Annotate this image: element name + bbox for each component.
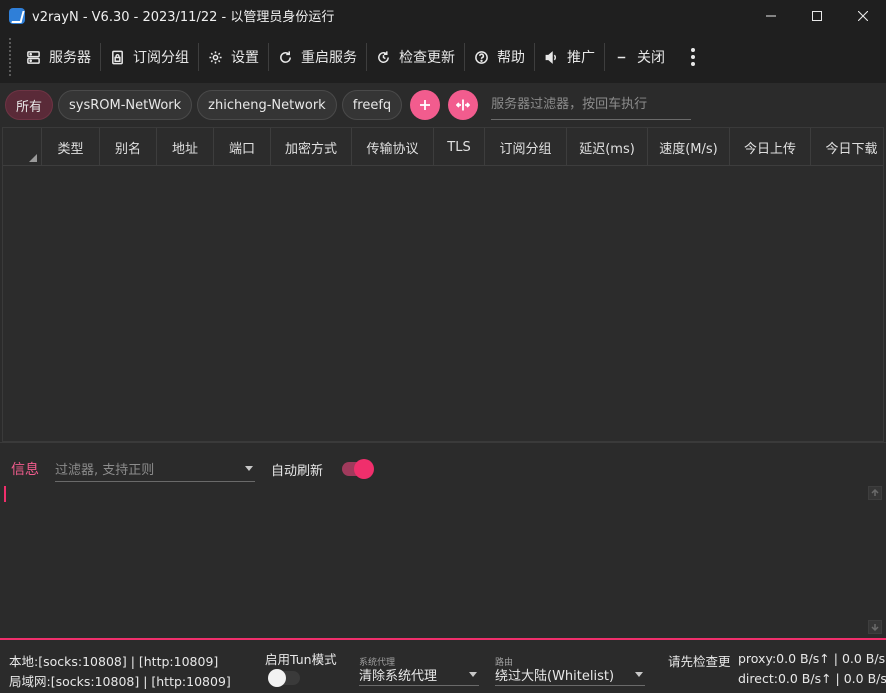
- log-filter-combobox[interactable]: 过滤器, 支持正则: [55, 456, 255, 482]
- column-header-transport[interactable]: 传输协议: [352, 128, 434, 166]
- column-header-today-upload[interactable]: 今日上传: [730, 128, 811, 166]
- restart-icon: [280, 50, 291, 63]
- log-output-area[interactable]: [0, 484, 886, 638]
- chevron-down-icon: [469, 672, 477, 677]
- main-toolbar: 服务器 订阅分组 设置 重启服务 检查更新 帮助 推广 关闭: [0, 31, 886, 83]
- grid-header: 类型 别名 地址 端口 加密方式 传输协议 TLS 订阅分组 延迟(ms) 速度…: [3, 128, 883, 166]
- local-ports-text: 本地:[socks:10808] | [http:10809]: [9, 654, 219, 669]
- add-group-button[interactable]: [410, 90, 441, 120]
- tun-mode-label: 启用Tun模式: [265, 652, 337, 667]
- promotion-button[interactable]: 推广: [535, 39, 604, 75]
- close-app-button[interactable]: 关闭: [605, 39, 674, 75]
- system-proxy-value: 清除系统代理: [359, 669, 438, 684]
- title-bar: v2rayN - V6.30 - 2023/11/22 - 以管理员身份运行: [0, 0, 886, 31]
- servers-button[interactable]: 服务器: [17, 39, 100, 75]
- help-button[interactable]: 帮助: [465, 39, 534, 75]
- log-filter-placeholder: 过滤器, 支持正则: [55, 463, 155, 478]
- minus-icon: [617, 56, 626, 58]
- server-filter-input[interactable]: [491, 90, 692, 120]
- maximize-icon: [812, 10, 822, 21]
- column-header-today-download[interactable]: 今日下载: [811, 128, 883, 166]
- server-list-grid[interactable]: 类型 别名 地址 端口 加密方式 传输协议 TLS 订阅分组 延迟(ms) 速度…: [2, 127, 884, 442]
- update-hint-text: 请先检查更: [668, 654, 731, 669]
- settings-button[interactable]: 设置: [199, 39, 268, 75]
- move-group-button[interactable]: [448, 90, 479, 120]
- window-title: v2rayN - V6.30 - 2023/11/22 - 以管理员身份运行: [32, 10, 335, 25]
- more-dot-icon: [691, 48, 695, 52]
- status-bar: 本地:[socks:10808] | [http:10809] 局域网:[soc…: [0, 638, 886, 693]
- column-header-subscription[interactable]: 订阅分组: [485, 128, 567, 166]
- proxy-speed-text: proxy:0.0 B/s↑ | 0.0 B/s↓: [738, 651, 886, 666]
- window-controls: [748, 0, 886, 31]
- routing-value: 绕过大陆(Whitelist): [495, 669, 615, 684]
- group-chip-freefq[interactable]: freefq: [341, 90, 403, 120]
- close-icon: [858, 10, 868, 21]
- routing-select[interactable]: 绕过大陆(Whitelist): [495, 664, 645, 686]
- group-chip-zhicheng[interactable]: zhicheng-Network: [197, 90, 337, 120]
- chevron-down-icon: [635, 672, 643, 677]
- column-header-type[interactable]: 类型: [42, 128, 100, 166]
- plus-icon: [420, 100, 431, 110]
- maximize-button[interactable]: [794, 0, 840, 31]
- check-update-label: 检查更新: [399, 50, 455, 66]
- group-chip-all[interactable]: 所有: [5, 90, 54, 120]
- help-label: 帮助: [497, 50, 525, 66]
- restart-service-label: 重启服务: [301, 50, 357, 66]
- more-options-button[interactable]: [678, 48, 708, 66]
- log-toolbar: 信息 过滤器, 支持正则 自动刷新: [0, 454, 886, 484]
- help-icon: [475, 50, 488, 64]
- minimize-icon: [766, 15, 776, 16]
- settings-label: 设置: [231, 50, 259, 66]
- close-app-label: 关闭: [637, 50, 665, 66]
- log-scroll-down-button[interactable]: [868, 620, 882, 634]
- more-dot-icon: [691, 62, 695, 66]
- auto-refresh-label: 自动刷新: [271, 463, 324, 479]
- column-header-encryption[interactable]: 加密方式: [271, 128, 352, 166]
- servers-label: 服务器: [49, 50, 91, 66]
- update-icon: [378, 50, 389, 63]
- arrow-up-icon: [871, 489, 879, 496]
- subscription-group-bar: 所有 sysROM-NetWork zhicheng-Network freef…: [0, 83, 886, 127]
- column-header-address[interactable]: 地址: [157, 128, 214, 166]
- column-header-latency[interactable]: 延迟(ms): [567, 128, 648, 166]
- log-info-tab[interactable]: 信息: [11, 459, 39, 479]
- direct-speed-text: direct:0.0 B/s↑ | 0.0 B/s↓: [738, 671, 886, 686]
- select-all-corner[interactable]: [3, 128, 42, 166]
- chevron-down-icon: [245, 466, 253, 471]
- restart-service-button[interactable]: 重启服务: [269, 39, 366, 75]
- tun-mode-toggle[interactable]: [268, 669, 300, 687]
- more-dot-icon: [691, 55, 695, 59]
- lan-ports-text: 局域网:[socks:10808] | [http:10809]: [9, 674, 231, 689]
- group-chip-sysrom[interactable]: sysROM-NetWork: [58, 90, 193, 120]
- log-scroll-up-button[interactable]: [868, 486, 882, 500]
- gear-icon: [209, 50, 222, 64]
- server-icon: [27, 50, 40, 64]
- column-header-tls[interactable]: TLS: [434, 128, 485, 166]
- close-button[interactable]: [840, 0, 886, 31]
- split-arrows-icon: [456, 99, 471, 111]
- panel-splitter[interactable]: [0, 442, 886, 454]
- subscription-group-button[interactable]: 订阅分组: [101, 39, 198, 75]
- column-header-alias[interactable]: 别名: [100, 128, 157, 166]
- system-proxy-select[interactable]: 清除系统代理: [359, 664, 479, 686]
- promotion-label: 推广: [567, 50, 595, 66]
- subscription-group-label: 订阅分组: [133, 50, 189, 66]
- speaker-icon: [545, 50, 557, 64]
- text-cursor: [4, 486, 6, 502]
- arrow-down-icon: [871, 624, 879, 631]
- check-update-button[interactable]: 检查更新: [367, 39, 464, 75]
- column-header-speed[interactable]: 速度(M/s): [648, 128, 730, 166]
- auto-refresh-toggle[interactable]: [342, 459, 375, 479]
- minimize-button[interactable]: [748, 0, 794, 31]
- column-header-port[interactable]: 端口: [214, 128, 271, 166]
- subscription-icon: [112, 50, 123, 64]
- toolbar-grip[interactable]: [9, 38, 11, 76]
- v2rayn-logo-icon: [9, 7, 25, 24]
